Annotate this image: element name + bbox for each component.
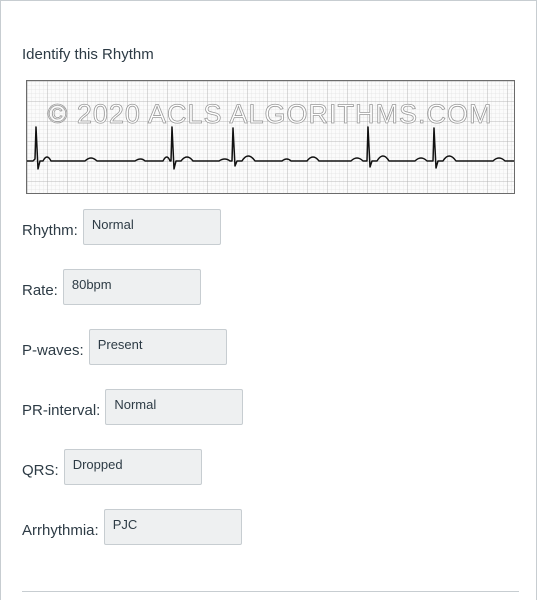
rhythm-row: Rhythm: Normal xyxy=(22,208,221,246)
pr-interval-answer-field[interactable]: Normal xyxy=(105,389,244,425)
rate-row: Rate: 80bpm xyxy=(22,268,201,306)
qrs-row: QRS: Dropped xyxy=(22,448,202,486)
question-title: Identify this Rhythm xyxy=(22,46,154,63)
ecg-strip-svg: © 2020 ACLS ALGORITHMS.COM xyxy=(27,81,514,193)
p-waves-label: P-waves: xyxy=(22,341,84,359)
rhythm-answer-field[interactable]: Normal xyxy=(82,209,221,245)
qrs-answer-field[interactable]: Dropped xyxy=(63,449,202,485)
p-waves-answer-field[interactable]: Present xyxy=(88,329,227,365)
rhythm-label: Rhythm: xyxy=(22,221,78,239)
arrhythmia-answer-field[interactable]: PJC xyxy=(103,509,242,545)
qrs-label: QRS: xyxy=(22,461,59,479)
rate-label: Rate: xyxy=(22,281,58,299)
ecg-grid xyxy=(27,81,514,193)
arrhythmia-label: Arrhythmia: xyxy=(22,521,99,539)
p-waves-row: P-waves: Present xyxy=(22,328,227,366)
ecg-rhythm-strip-image: © 2020 ACLS ALGORITHMS.COM xyxy=(26,80,515,194)
divider xyxy=(22,591,519,592)
arrhythmia-row: Arrhythmia: PJC xyxy=(22,508,242,546)
pr-interval-row: PR-interval: Normal xyxy=(22,388,244,426)
rate-answer-field[interactable]: 80bpm xyxy=(62,269,201,305)
pr-interval-label: PR-interval: xyxy=(22,401,101,419)
question-panel: Identify this Rhythm © 2020 ACLS ALGORIT… xyxy=(0,0,537,600)
watermark-text: © 2020 ACLS ALGORITHMS.COM xyxy=(47,99,492,129)
